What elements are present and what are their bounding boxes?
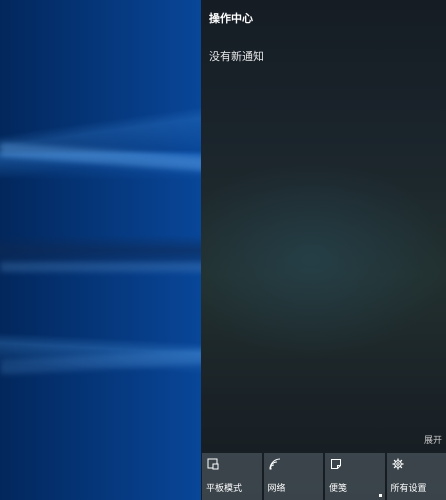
all-settings-label: 所有设置 — [390, 484, 427, 494]
quick-actions-bar: 平板模式 网络 便笺 所有设置 — [202, 453, 446, 500]
wallpaper-light-beam — [0, 142, 211, 172]
all-settings-tile[interactable]: 所有设置 — [386, 453, 446, 500]
note-icon — [331, 459, 341, 469]
wallpaper-light-beam — [0, 262, 210, 272]
tile-expand-marker — [378, 494, 382, 497]
network-tile[interactable]: 网络 — [263, 453, 323, 500]
action-center-title: 操作中心 — [209, 12, 253, 25]
network-icon — [269, 458, 280, 470]
no-notifications-text: 没有新通知 — [209, 50, 264, 63]
gear-icon — [392, 458, 403, 470]
wallpaper-light-beam — [0, 349, 211, 375]
screen: 操作中心 没有新通知 展开 平板模式 网络 便笺 所有设置 — [0, 0, 446, 500]
tablet-mode-label: 平板模式 — [206, 484, 243, 494]
network-label: 网络 — [267, 484, 286, 494]
expand-button[interactable]: 展开 — [424, 433, 442, 446]
action-center-panel: 操作中心 没有新通知 展开 平板模式 网络 便笺 所有设置 — [201, 0, 446, 500]
tablet-mode-tile[interactable]: 平板模式 — [202, 453, 262, 500]
tablet-mode-icon — [207, 458, 219, 470]
note-label: 便笺 — [329, 484, 348, 494]
note-tile[interactable]: 便笺 — [325, 453, 385, 500]
